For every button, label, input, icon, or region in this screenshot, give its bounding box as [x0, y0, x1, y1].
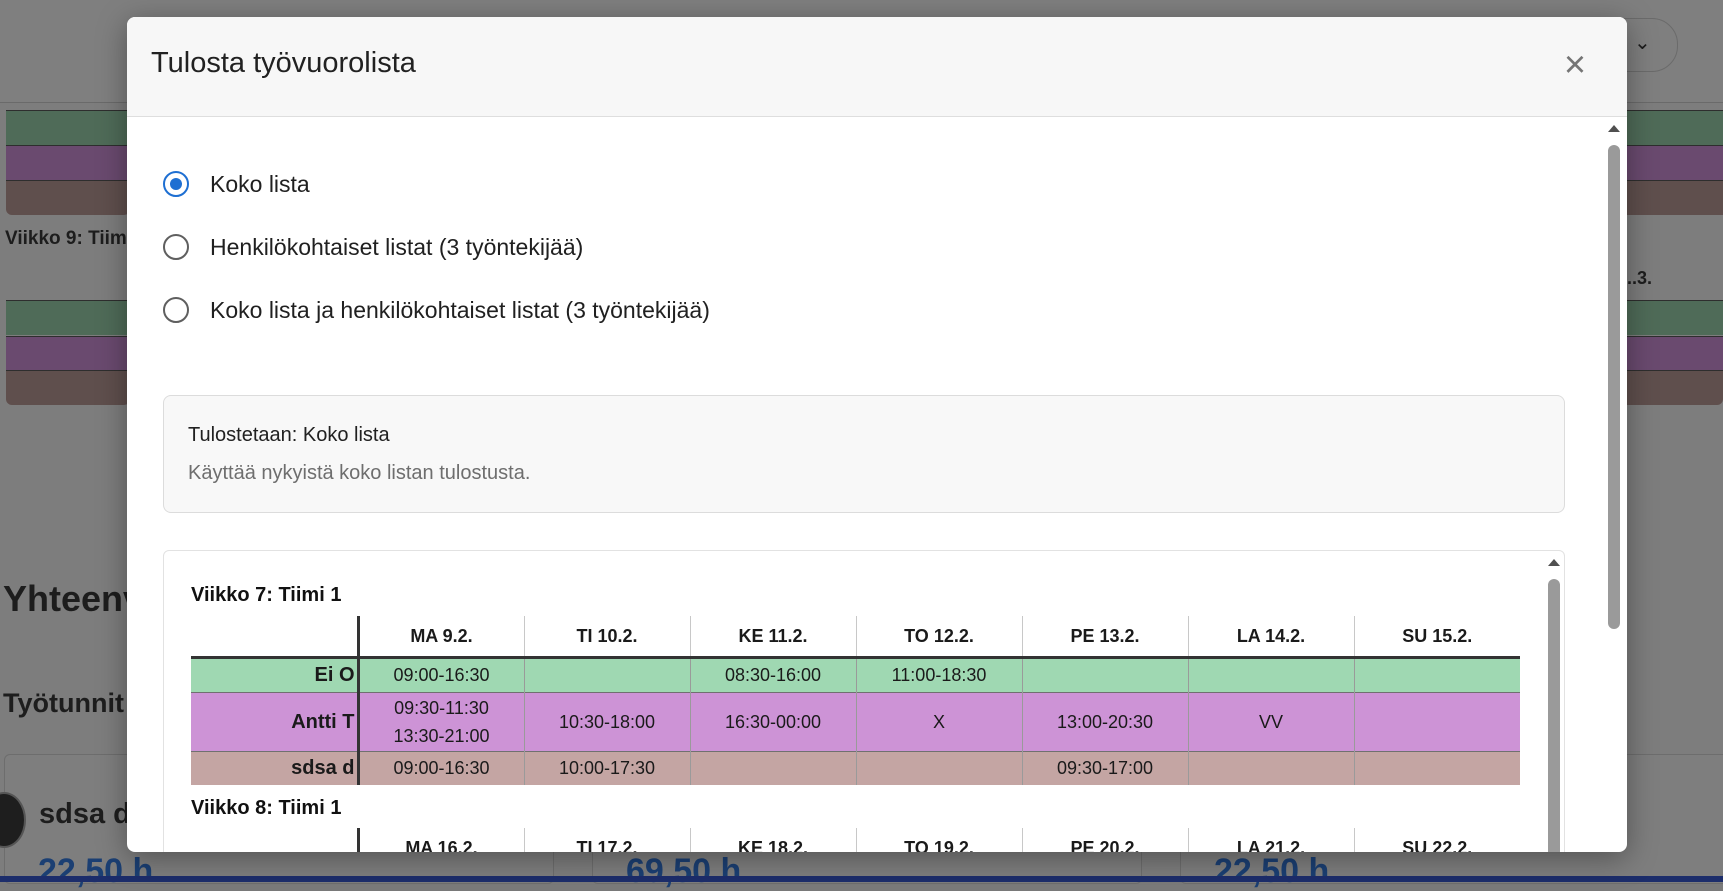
background-date-label: ..3. [1627, 268, 1653, 288]
background-row [1627, 180, 1723, 215]
day-header: TI 10.2. [523, 616, 690, 658]
hours-heading: Työtunnit [3, 688, 124, 718]
employee-name: Antti T [191, 692, 360, 752]
background-row [6, 145, 130, 180]
employee-row: sdsa d 09:00-16:30 10:00-17:30 09:30-17:… [191, 751, 1520, 785]
week-title: Viikko 8: Tiimi 1 [191, 797, 342, 819]
shift-cell [1353, 657, 1520, 693]
background-row [1627, 110, 1723, 145]
dialog-body: Koko lista Henkilökohtaiset listat (3 ty… [127, 117, 1627, 852]
day-header: PE 13.2. [1021, 616, 1188, 658]
shift-cell [855, 751, 1022, 785]
day-header: TO 12.2. [855, 616, 1022, 658]
day-header: LA 14.2. [1187, 616, 1354, 658]
info-description: Käyttää nykyistä koko listan tulostusta. [188, 462, 531, 484]
shift-cell [1353, 692, 1520, 752]
scrollbar-thumb[interactable] [1548, 579, 1560, 852]
background-row [6, 300, 130, 335]
shift-cell [523, 657, 690, 693]
employee-name: Ei O [191, 657, 360, 693]
background-row [6, 180, 130, 215]
option-full-and-personal-lists[interactable]: Koko lista ja henkilökohtaiset listat (3… [163, 293, 710, 327]
hours-value: 22,50 h [1214, 852, 1330, 890]
shift-cell: 09:00-16:30 [357, 751, 524, 785]
print-info-box: Tulostetaan: Koko lista Käyttää nykyistä… [163, 395, 1565, 513]
option-full-list[interactable]: Koko lista [163, 167, 310, 201]
background-row [6, 370, 130, 405]
schedule-table: MA 16.2. TI 17.2. KE 18.2. TO 19.2. PE 2… [191, 828, 1520, 852]
hours-value: 69,50 h [626, 852, 742, 890]
schedule-header-row: MA 9.2. TI 10.2. KE 11.2. TO 12.2. PE 13… [191, 616, 1520, 658]
day-header: PE 20.2. [1021, 828, 1188, 852]
option-label: Henkilökohtaiset listat (3 työntekijää) [210, 233, 584, 260]
shift-cell: 09:30-17:00 [1021, 751, 1188, 785]
shift-cell: 09:30-11:30 13:30-21:00 [357, 692, 524, 752]
chevron-down-icon: ⌄ [1634, 32, 1651, 54]
corner-cell [191, 828, 358, 852]
dialog-title: Tulosta työvuorolista [151, 47, 416, 79]
employee-row: Antti T 09:30-11:30 13:30-21:00 10:30-18… [191, 692, 1520, 752]
employee-row: Ei O 09:00-16:30 08:30-16:00 11:00-18:30 [191, 657, 1520, 693]
option-label: Koko lista [210, 170, 310, 197]
background-row [1627, 145, 1723, 180]
radio-button-selected[interactable] [163, 171, 189, 197]
background-row [6, 336, 130, 371]
schedule-table: MA 9.2. TI 10.2. KE 11.2. TO 12.2. PE 13… [191, 616, 1520, 785]
option-personal-lists[interactable]: Henkilökohtaiset listat (3 työntekijää) [163, 230, 583, 264]
shift-cell: VV [1187, 692, 1354, 752]
background-week-label: Viikko 9: Tiim [5, 228, 127, 249]
day-header: MA 9.2. [356, 616, 524, 658]
close-button[interactable]: × [1555, 46, 1595, 87]
day-header: KE 11.2. [689, 616, 856, 658]
day-header: LA 21.2. [1187, 828, 1354, 852]
scroll-up-arrow-icon[interactable] [1548, 559, 1560, 566]
shift-cell [689, 751, 856, 785]
shift-cell [1021, 657, 1188, 693]
summary-heading: Yhteenv [3, 578, 144, 619]
background-row [1627, 370, 1723, 405]
radio-button[interactable] [163, 297, 189, 323]
print-preview[interactable]: Viikko 7: Tiimi 1 MA 9.2. TI 10.2. KE 11… [163, 550, 1565, 852]
shift-cell: 16:30-00:00 [689, 692, 856, 752]
hours-value: 22,50 h [38, 852, 154, 890]
shift-cell: 09:00-16:30 [357, 657, 524, 693]
schedule-header-row: MA 16.2. TI 17.2. KE 18.2. TO 19.2. PE 2… [191, 828, 1520, 852]
corner-cell [191, 616, 358, 658]
shift-cell: 11:00-18:30 [855, 657, 1022, 693]
shift-cell: 08:30-16:00 [689, 657, 856, 693]
day-header: TO 19.2. [855, 828, 1022, 852]
shift-time: 09:30-11:30 [394, 698, 489, 718]
day-header: SU 15.2. [1353, 616, 1520, 658]
dialog-scrollbar[interactable] [1605, 119, 1623, 849]
background-row [1627, 300, 1723, 335]
dialog-header: Tulosta työvuorolista × [127, 17, 1627, 117]
background-row [1627, 336, 1723, 371]
background-bottom-bar [0, 876, 1723, 882]
radio-button[interactable] [163, 234, 189, 260]
print-schedule-dialog: Tulosta työvuorolista × Koko lista Henki… [127, 17, 1627, 852]
shift-cell: X [855, 692, 1022, 752]
info-title: Tulostetaan: Koko lista [188, 424, 390, 446]
scroll-up-arrow-icon[interactable] [1608, 125, 1620, 132]
scrollbar-thumb[interactable] [1608, 145, 1620, 629]
background-card-name: sdsa d [39, 798, 131, 830]
day-header: KE 18.2. [689, 828, 856, 852]
preview-scrollbar[interactable] [1545, 551, 1563, 852]
shift-cell: 13:00-20:30 [1021, 692, 1188, 752]
shift-time: 13:30-21:00 [393, 726, 490, 746]
shift-cell: 10:00-17:30 [523, 751, 690, 785]
background-row [6, 110, 130, 145]
shift-cell [1187, 751, 1354, 785]
shift-cell: 10:30-18:00 [523, 692, 690, 752]
employee-name: sdsa d [191, 751, 360, 785]
shift-cell [1187, 657, 1354, 693]
option-label: Koko lista ja henkilökohtaiset listat (3… [210, 296, 710, 323]
week-title: Viikko 7: Tiimi 1 [191, 584, 342, 606]
day-header: MA 16.2. [356, 828, 524, 852]
day-header: TI 17.2. [523, 828, 690, 852]
shift-cell [1353, 751, 1520, 785]
day-header: SU 22.2. [1353, 828, 1520, 852]
